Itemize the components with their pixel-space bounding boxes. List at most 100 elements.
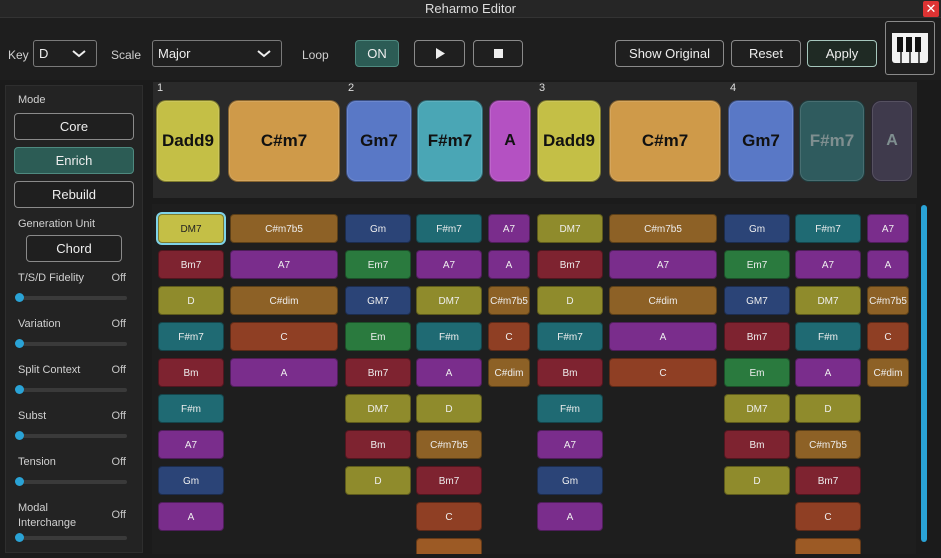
chord-candidate-cell[interactable]: A7 [609,250,717,279]
chord-candidate-cell[interactable]: DM7 [158,214,224,243]
chord-candidate-cell[interactable]: DM7 [795,286,861,315]
chord-candidate-cell[interactable]: A [158,502,224,531]
tension-slider[interactable] [15,477,127,486]
chord-candidate-cell[interactable]: Bm [158,358,224,387]
chord-candidate-cell[interactable]: A7 [537,430,603,459]
generation-unit-button[interactable]: Chord [26,235,122,262]
chord-candidate-cell[interactable]: DM7 [416,286,482,315]
chord-candidate-cell[interactable]: A7 [416,250,482,279]
chord-candidate-cell[interactable]: A [230,358,338,387]
chord-candidate-cell[interactable]: C [416,502,482,531]
chord-candidate-cell[interactable]: C [795,502,861,531]
chord-candidate-cell[interactable]: GM7 [345,286,411,315]
chord-candidate-cell[interactable]: F#m [416,322,482,351]
reset-button[interactable]: Reset [731,40,801,67]
chord-candidate-cell[interactable]: C#dim [867,358,909,387]
chord-candidate-cell[interactable]: Bm [724,430,790,459]
chord-candidate-cell[interactable]: Gm [345,214,411,243]
chord-candidate-cell[interactable]: Em [345,322,411,351]
stop-button[interactable] [473,40,523,67]
chord-candidate-cell[interactable]: Em7 [724,250,790,279]
chord-candidate-cell[interactable]: D [158,286,224,315]
chord-candidate-cell[interactable]: DM7 [537,214,603,243]
chord-candidate-cell[interactable] [795,538,861,554]
chord-candidate-cell[interactable]: C#m7b5 [867,286,909,315]
subst-slider[interactable] [15,431,127,440]
chord-candidate-cell[interactable]: C#m7b5 [795,430,861,459]
chord-candidate-cell[interactable]: F#m7 [537,322,603,351]
slider-knob[interactable] [15,385,24,394]
chord-candidate-cell[interactable]: C#m7b5 [416,430,482,459]
chord-candidate-cell[interactable]: F#m7 [416,214,482,243]
chord-candidate-cell[interactable]: F#m7 [158,322,224,351]
chord-candidate-cell[interactable]: C#m7b5 [609,214,717,243]
chord-candidate-cell[interactable]: Gm [158,466,224,495]
chord-candidate-cell[interactable]: C [230,322,338,351]
slider-knob[interactable] [15,339,24,348]
apply-button[interactable]: Apply [807,40,877,67]
key-select[interactable]: D [33,40,97,67]
close-icon[interactable]: ✕ [923,1,939,17]
show-original-button[interactable]: Show Original [615,40,724,67]
scale-select[interactable]: Major [152,40,282,67]
chord-candidate-cell[interactable]: C#dim [488,358,530,387]
split-context-slider[interactable] [15,385,127,394]
chord-candidate-cell[interactable]: C [867,322,909,351]
chord-candidate-cell[interactable]: Bm [345,430,411,459]
chord-candidate-cell[interactable]: Bm7 [724,322,790,351]
slider-knob[interactable] [15,533,24,542]
timeline-chord-block[interactable]: F#m7 [417,100,483,182]
chord-candidate-cell[interactable]: D [795,394,861,423]
chord-candidate-cell[interactable]: A [609,322,717,351]
chord-candidate-cell[interactable]: A7 [795,250,861,279]
chord-candidate-cell[interactable]: A [416,358,482,387]
chord-candidate-cell[interactable]: A [867,250,909,279]
chord-candidate-cell[interactable]: GM7 [724,286,790,315]
chord-candidate-cell[interactable]: C#m7b5 [230,214,338,243]
timeline-chord-block[interactable]: Gm7 [728,100,794,182]
chord-candidate-cell[interactable]: D [416,394,482,423]
play-button[interactable] [414,40,465,67]
chord-candidate-cell[interactable]: A7 [230,250,338,279]
chord-candidate-cell[interactable]: Gm [537,466,603,495]
slider-knob[interactable] [15,477,24,486]
chord-candidate-cell[interactable]: Bm7 [345,358,411,387]
chord-candidate-cell[interactable]: A7 [158,430,224,459]
chord-candidate-cell[interactable] [416,538,482,554]
chord-candidate-cell[interactable]: C#m7b5 [488,286,530,315]
chord-candidate-cell[interactable]: A [537,502,603,531]
chord-candidate-cell[interactable]: Bm7 [795,466,861,495]
variation-slider[interactable] [15,339,127,348]
loop-toggle[interactable]: ON [355,40,399,67]
chord-candidate-cell[interactable]: Em7 [345,250,411,279]
chord-candidate-cell[interactable]: F#m [795,322,861,351]
timeline-chord-block[interactable]: C#m7 [228,100,340,182]
tsd-fidelity-slider[interactable] [15,293,127,302]
chord-candidate-cell[interactable]: F#m7 [795,214,861,243]
slider-knob[interactable] [15,293,24,302]
chord-candidate-cell[interactable]: C#dim [609,286,717,315]
mode-rebuild-button[interactable]: Rebuild [14,181,134,208]
chord-candidate-cell[interactable]: Em [724,358,790,387]
timeline-chord-block[interactable]: Gm7 [346,100,412,182]
chord-candidate-cell[interactable]: A7 [867,214,909,243]
timeline-chord-block[interactable]: Dadd9 [537,100,601,182]
chord-candidate-cell[interactable]: Bm7 [537,250,603,279]
timeline-chord-block[interactable]: A [489,100,531,182]
chord-candidate-cell[interactable]: D [537,286,603,315]
chord-candidate-cell[interactable]: DM7 [345,394,411,423]
chord-candidate-cell[interactable]: Gm [724,214,790,243]
timeline-chord-block[interactable]: F#m7 [799,100,865,182]
chord-candidate-cell[interactable]: D [345,466,411,495]
chord-candidate-cell[interactable]: Bm7 [158,250,224,279]
chord-candidate-cell[interactable]: F#m [537,394,603,423]
chord-candidate-cell[interactable]: Bm [537,358,603,387]
chord-candidate-cell[interactable]: A7 [488,214,530,243]
timeline-chord-block[interactable]: C#m7 [609,100,721,182]
chord-candidate-cell[interactable]: C [609,358,717,387]
mode-core-button[interactable]: Core [14,113,134,140]
timeline-chord-block[interactable]: A [871,100,913,182]
chord-candidate-cell[interactable]: Bm7 [416,466,482,495]
slider-knob[interactable] [15,431,24,440]
modal-interchange-slider[interactable] [15,533,127,542]
